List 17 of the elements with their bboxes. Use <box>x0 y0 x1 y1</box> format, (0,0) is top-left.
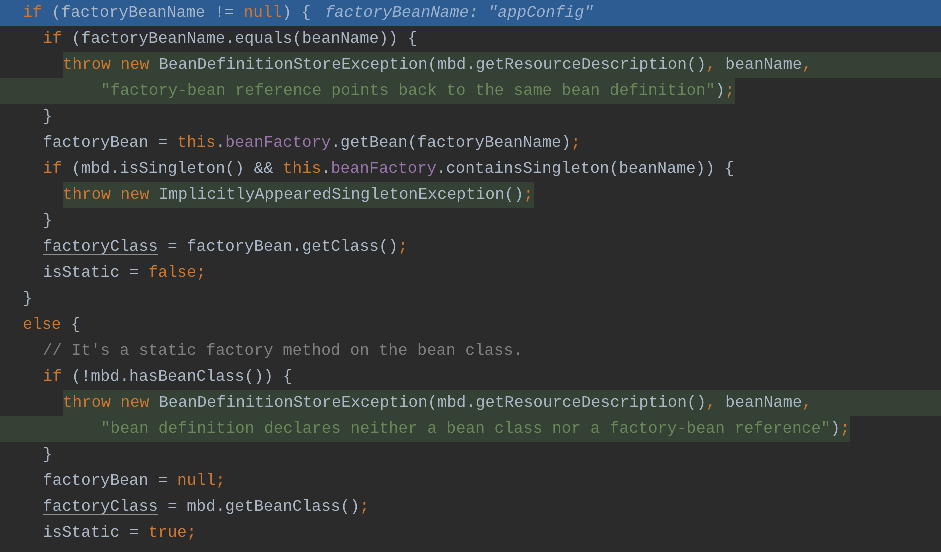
code-line: if (factoryBeanName != null) { <box>23 3 312 24</box>
code-line: else { <box>23 315 81 336</box>
inline-value-hint: factoryBeanName: "appConfig" <box>325 2 594 24</box>
code-line: factoryBean = this.beanFactory.getBean(factoryBeanName); <box>43 133 581 154</box>
code-line: } <box>43 107 53 128</box>
code-line: } <box>43 211 53 232</box>
code-line: } <box>23 289 33 310</box>
code-line: if (!mbd.hasBeanClass()) { <box>43 367 293 388</box>
code-line: } <box>43 445 53 466</box>
code-line: factoryClass = mbd.getBeanClass(); <box>43 497 370 518</box>
code-line: isStatic = false; <box>43 263 206 284</box>
code-line: factoryClass = factoryBean.getClass(); <box>43 237 408 258</box>
code-line: if (factoryBeanName.equals(beanName)) { <box>43 29 418 50</box>
code-line: // It's a static factory method on the bean class. <box>43 341 524 362</box>
code-line: isStatic = true; <box>43 523 197 544</box>
code-line: factoryBean = null; <box>43 471 226 492</box>
code-line: if (mbd.isSingleton() && this.beanFactory.containsSingleton(beanName)) { <box>43 159 734 180</box>
